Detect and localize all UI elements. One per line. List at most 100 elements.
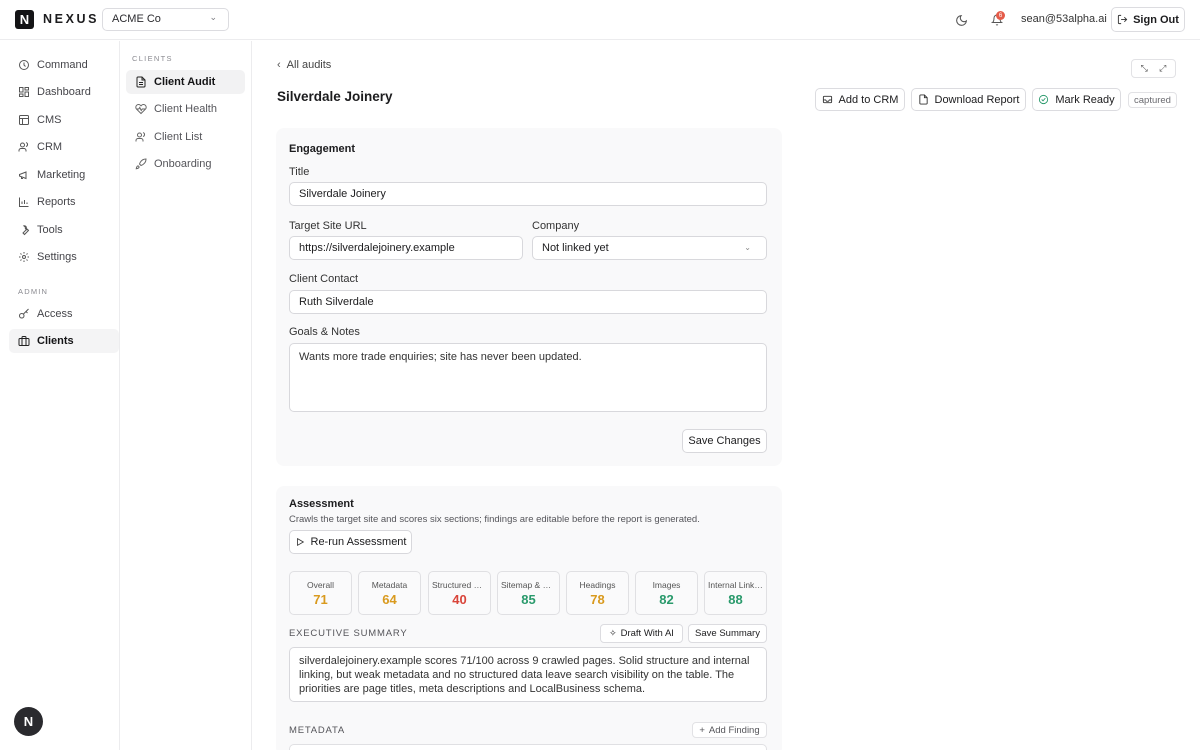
score-label: Sitemap & Robots [501, 580, 556, 590]
back-to-audits-link[interactable]: ‹ All audits [277, 59, 331, 71]
sidebar-item-label: Settings [37, 251, 77, 263]
score-tile-overall: Overall 71 [289, 571, 352, 615]
chevron-down-icon: ⌄ [744, 243, 751, 252]
sidebar-item-cms[interactable]: CMS [9, 108, 119, 132]
assistant-avatar-button[interactable]: N [14, 707, 43, 736]
megaphone-icon [19, 171, 27, 180]
add-finding-button[interactable]: + Add Finding [692, 722, 767, 738]
org-selector-value: ACME Co [112, 13, 161, 25]
score-tile-sitemap: Sitemap & Robots 85 [497, 571, 560, 615]
rocket-icon [135, 158, 147, 170]
score-label: Internal Linking [708, 580, 763, 590]
score-tile-images: Images 82 [635, 571, 698, 615]
sidebar-item-dashboard[interactable]: Dashboard [9, 80, 119, 104]
sidebar-item-clients[interactable]: Clients [9, 329, 119, 353]
mark-ready-button[interactable]: Mark Ready [1032, 88, 1121, 111]
mark-ready-label: Mark Ready [1055, 93, 1115, 106]
score-label: Metadata [371, 580, 408, 590]
dashboard-icon [19, 87, 29, 97]
chart-icon [19, 197, 29, 207]
sidebar-item-label: Command [37, 59, 88, 71]
engagement-heading: Engagement [289, 143, 356, 155]
theme-toggle-moon-icon[interactable] [952, 11, 970, 29]
subnav-section-label: CLIENTS [132, 54, 173, 63]
user-email: sean@53alpha.ai [1021, 13, 1107, 25]
heart-pulse-icon [135, 103, 147, 115]
command-icon [19, 60, 29, 70]
sidebar-item-label: CMS [37, 114, 62, 126]
sidebar-item-crm[interactable]: CRM [9, 135, 119, 159]
key-icon [19, 308, 29, 319]
expand-icon[interactable]: ⤢ [1159, 63, 1166, 74]
sidebar-item-marketing[interactable]: Marketing [9, 163, 119, 187]
subnav-item-label: Client List [154, 131, 203, 143]
sidebar-item-label: Dashboard [37, 86, 91, 98]
score-value: 64 [382, 592, 397, 607]
rerun-assessment-label: Re-run Assessment [310, 536, 407, 548]
draft-with-ai-button[interactable]: ✧ Draft With AI [600, 624, 683, 643]
gear-icon [19, 252, 29, 262]
users-icon [18, 142, 28, 152]
notification-count-badge: 6 [996, 11, 1005, 20]
client-contact-input[interactable]: Ruth Silverdale [289, 290, 767, 314]
sign-out-icon [1117, 14, 1128, 25]
engagement-card: Engagement Title Silverdale Joinery Targ… [276, 128, 782, 466]
save-changes-button[interactable]: Save Changes [682, 429, 767, 453]
sidebar-item-reports[interactable]: Reports [9, 190, 119, 214]
executive-summary-textarea[interactable]: silverdalejoinery.example scores 71/100 … [289, 647, 767, 702]
subnav-item-label: Client Health [154, 103, 217, 115]
view-size-toggle[interactable]: ⤡ ⤢ [1131, 59, 1176, 78]
sidebar-item-label: Tools [37, 224, 63, 236]
score-tile-metadata: Metadata 64 [358, 571, 421, 615]
score-label: Headings [579, 580, 616, 590]
subnav-item-client-health[interactable]: Client Health [126, 97, 245, 121]
collapse-icon[interactable]: ⤡ [1141, 63, 1148, 74]
score-tile-headings: Headings 78 [566, 571, 629, 615]
briefcase-icon [18, 336, 30, 346]
goals-notes-textarea[interactable]: Wants more trade enquiries; site has nev… [289, 343, 767, 412]
sidebar-item-tools[interactable]: Tools [9, 218, 119, 242]
sidebar-item-settings[interactable]: Settings [9, 245, 119, 269]
score-value: 40 [452, 592, 467, 607]
org-selector[interactable]: ACME Co ⌄ [102, 8, 229, 31]
metadata-findings-panel [289, 744, 767, 750]
sidebar-item-label: Access [37, 308, 73, 320]
title-input[interactable]: Silverdale Joinery [289, 182, 767, 206]
score-value: 85 [521, 592, 536, 607]
subnav-item-client-list[interactable]: Client List [126, 125, 245, 149]
subnav-item-client-audit[interactable]: Client Audit [126, 70, 245, 94]
sidebar-item-access[interactable]: Access [9, 302, 119, 326]
goals-notes-label: Goals & Notes [289, 326, 360, 338]
target-url-input[interactable]: https://silverdalejoinery.example [289, 236, 523, 260]
score-value: 78 [590, 592, 605, 607]
save-summary-button[interactable]: Save Summary [688, 624, 767, 643]
sidebar-item-label: CRM [37, 141, 63, 153]
download-report-button[interactable]: Download Report [911, 88, 1026, 111]
brand-logo[interactable]: N [15, 10, 34, 29]
add-to-crm-label: Add to CRM [838, 93, 899, 106]
check-circle-icon [1039, 94, 1049, 105]
rerun-assessment-button[interactable]: Re-run Assessment [289, 530, 412, 554]
download-report-label: Download Report [934, 93, 1020, 106]
sidebar-item-command[interactable]: Command [9, 53, 119, 77]
score-value: 82 [659, 592, 674, 607]
play-icon [296, 537, 304, 547]
main-sidebar: Command Dashboard CMS CRM Marketing Repo… [0, 41, 120, 750]
score-label: Structured Data [432, 580, 487, 590]
metadata-section-label: METADATA [289, 725, 346, 736]
subnav-item-label: Onboarding [154, 158, 212, 170]
sign-out-button[interactable]: Sign Out [1111, 7, 1185, 32]
file-icon [136, 76, 146, 88]
file-icon [918, 94, 928, 105]
assessment-card: Assessment Crawls the target site and sc… [276, 486, 782, 750]
page-title: Silverdale Joinery [277, 89, 393, 104]
main-content: ‹ All audits ⤡ ⤢ Silverdale Joinery Add … [253, 41, 1200, 750]
sign-out-label: Sign Out [1133, 13, 1179, 26]
assessment-heading: Assessment [289, 498, 354, 510]
company-select-value: Not linked yet [542, 242, 609, 254]
inbox-icon [822, 95, 832, 104]
company-select[interactable]: Not linked yet ⌄ [532, 236, 767, 260]
subnav-item-onboarding[interactable]: Onboarding [126, 152, 245, 176]
sidebar-item-label: Reports [37, 196, 76, 208]
add-to-crm-button[interactable]: Add to CRM [815, 88, 905, 111]
